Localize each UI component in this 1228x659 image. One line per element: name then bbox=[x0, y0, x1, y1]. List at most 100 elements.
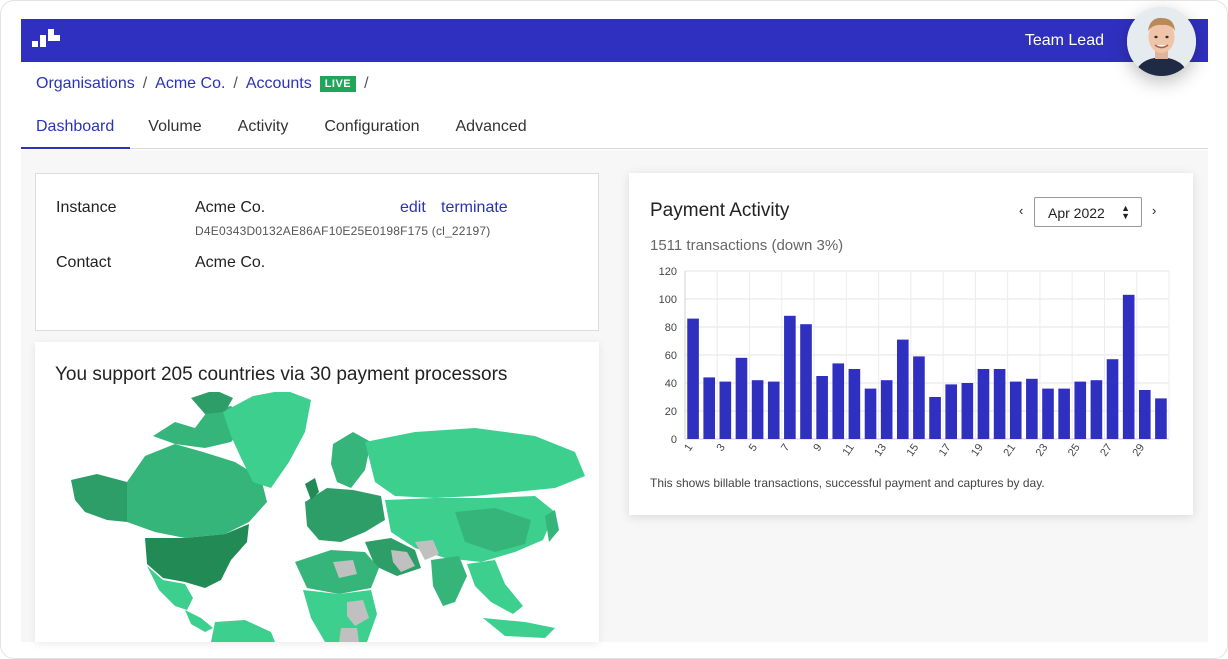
payment-activity-title: Payment Activity bbox=[650, 200, 790, 221]
instance-value: Acme Co. bbox=[195, 199, 266, 216]
x-tick-label: 23 bbox=[1034, 442, 1051, 459]
contact-value: Acme Co. bbox=[195, 254, 266, 271]
chevron-right-icon[interactable]: › bbox=[1152, 203, 1156, 218]
transactions-summary: 1511 transactions (down 3%) bbox=[650, 237, 844, 254]
chart-bar bbox=[703, 377, 716, 439]
x-tick-label: 11 bbox=[840, 442, 856, 458]
map-region-alaska bbox=[71, 474, 127, 522]
x-tick-label: 13 bbox=[872, 442, 889, 459]
tab-volume[interactable]: Volume bbox=[130, 109, 219, 149]
user-role-label[interactable]: Team Lead bbox=[1025, 32, 1104, 50]
x-tick-label: 9 bbox=[811, 442, 824, 454]
chart-bar bbox=[1042, 388, 1054, 439]
x-tick-label: 27 bbox=[1098, 442, 1115, 459]
chart-bar bbox=[767, 381, 780, 439]
chart-bar bbox=[1138, 390, 1151, 439]
chart-bar bbox=[832, 363, 845, 439]
chart-bar bbox=[977, 369, 990, 439]
chevron-left-icon[interactable]: ‹ bbox=[1019, 203, 1023, 218]
chart-bar bbox=[1106, 359, 1119, 439]
chart-bar bbox=[1155, 398, 1167, 439]
user-avatar[interactable] bbox=[1127, 7, 1196, 76]
map-title: You support 205 countries via 30 payment… bbox=[55, 364, 508, 385]
breadcrumb-separator: / bbox=[233, 75, 238, 92]
breadcrumb: Organisations / Acme Co. / Accounts LIVE… bbox=[36, 75, 377, 93]
map-region-central-america bbox=[185, 610, 213, 632]
tab-bar: Dashboard Volume Activity Configuration … bbox=[21, 109, 1208, 149]
x-tick-label: 19 bbox=[969, 442, 986, 459]
tab-advanced[interactable]: Advanced bbox=[438, 109, 545, 149]
breadcrumb-accounts[interactable]: Accounts bbox=[246, 75, 312, 93]
map-region-japan bbox=[545, 510, 559, 542]
chart-bar bbox=[929, 397, 941, 439]
month-select[interactable]: Apr 2022 ▲ ▼ bbox=[1034, 197, 1142, 227]
breadcrumb-acme-co[interactable]: Acme Co. bbox=[155, 75, 225, 93]
instance-card: Instance Acme Co. edit terminate D4E0343… bbox=[35, 173, 599, 331]
edit-link[interactable]: edit bbox=[400, 199, 426, 217]
x-tick-label: 3 bbox=[714, 442, 727, 454]
live-badge: LIVE bbox=[319, 76, 357, 92]
map-region-russia bbox=[365, 428, 585, 498]
y-tick-label: 60 bbox=[665, 350, 677, 362]
x-tick-label: 15 bbox=[905, 442, 922, 459]
payment-activity-card: Payment Activity ‹ Apr 2022 ▲ ▼ › 1511 tr… bbox=[629, 173, 1193, 515]
chart-bar bbox=[751, 380, 764, 439]
chart-bar bbox=[1122, 294, 1135, 439]
tab-configuration[interactable]: Configuration bbox=[306, 109, 437, 149]
chart-bar bbox=[945, 384, 958, 439]
x-tick-label: 25 bbox=[1066, 442, 1083, 459]
x-tick-label: 21 bbox=[1001, 442, 1018, 459]
x-tick-label: 7 bbox=[779, 442, 792, 454]
chart-bar bbox=[961, 383, 974, 439]
tab-dashboard[interactable]: Dashboard bbox=[21, 109, 131, 149]
y-tick-label: 100 bbox=[659, 294, 677, 306]
chart-bar bbox=[687, 318, 699, 439]
y-tick-label: 80 bbox=[665, 322, 677, 334]
chart-bar bbox=[1026, 378, 1038, 439]
x-tick-label: 1 bbox=[682, 442, 695, 454]
terminate-link[interactable]: terminate bbox=[441, 199, 508, 217]
chart-bar bbox=[1074, 381, 1087, 439]
brand-logo-icon[interactable] bbox=[32, 29, 62, 53]
top-nav-bar: Team Lead bbox=[21, 19, 1208, 62]
instance-label: Instance bbox=[56, 199, 117, 216]
y-tick-label: 20 bbox=[665, 406, 677, 418]
contact-label: Contact bbox=[56, 254, 112, 271]
y-tick-label: 120 bbox=[659, 266, 677, 278]
chart-bar bbox=[735, 357, 748, 439]
map-region-south-america bbox=[211, 620, 275, 642]
chart-bar bbox=[913, 356, 925, 439]
y-tick-label: 40 bbox=[665, 378, 677, 390]
map-region-scandinavia bbox=[331, 432, 371, 488]
dashboard-content: Instance Acme Co. edit terminate D4E0343… bbox=[21, 150, 1208, 642]
map-region-southeast-asia bbox=[467, 560, 523, 614]
chart-bar bbox=[719, 381, 732, 439]
x-tick-label: 17 bbox=[937, 442, 954, 459]
map-region-indonesia bbox=[483, 618, 555, 638]
x-tick-label: 29 bbox=[1130, 442, 1147, 459]
chart-bar bbox=[864, 388, 877, 439]
month-select-value: Apr 2022 bbox=[1048, 205, 1105, 221]
chart-bar bbox=[1058, 388, 1070, 439]
chart-bar bbox=[880, 380, 893, 439]
map-region-india bbox=[431, 556, 467, 606]
chart-bar bbox=[896, 339, 909, 439]
map-region-europe bbox=[305, 488, 385, 542]
chart-bar bbox=[816, 376, 828, 439]
chart-bar bbox=[800, 324, 812, 439]
select-arrows-icon: ▲ ▼ bbox=[1121, 203, 1130, 221]
tab-activity[interactable]: Activity bbox=[220, 109, 307, 149]
y-tick-label: 0 bbox=[671, 434, 677, 446]
chart-bar bbox=[1090, 380, 1103, 439]
chart-bar bbox=[993, 369, 1006, 439]
app-window: Team Lead Organisations / Acme Co. / Acc… bbox=[0, 0, 1228, 659]
chart-bar bbox=[1009, 381, 1022, 439]
breadcrumb-separator: / bbox=[364, 75, 369, 92]
payment-bar-chart: 0204060801001201 3 5 7 9 11 13 15 17 19 21 23 25 27 29 bbox=[659, 266, 1170, 459]
breadcrumb-separator: / bbox=[142, 75, 148, 92]
breadcrumb-organisations[interactable]: Organisations bbox=[36, 75, 135, 93]
chart-footnote: This shows billable transactions, succes… bbox=[650, 476, 1045, 490]
instance-id: D4E0343D0132AE86AF10E25E0198F175 (cl_221… bbox=[195, 224, 491, 238]
world-map[interactable] bbox=[35, 392, 599, 642]
countries-map-card: You support 205 countries via 30 payment… bbox=[35, 342, 599, 642]
